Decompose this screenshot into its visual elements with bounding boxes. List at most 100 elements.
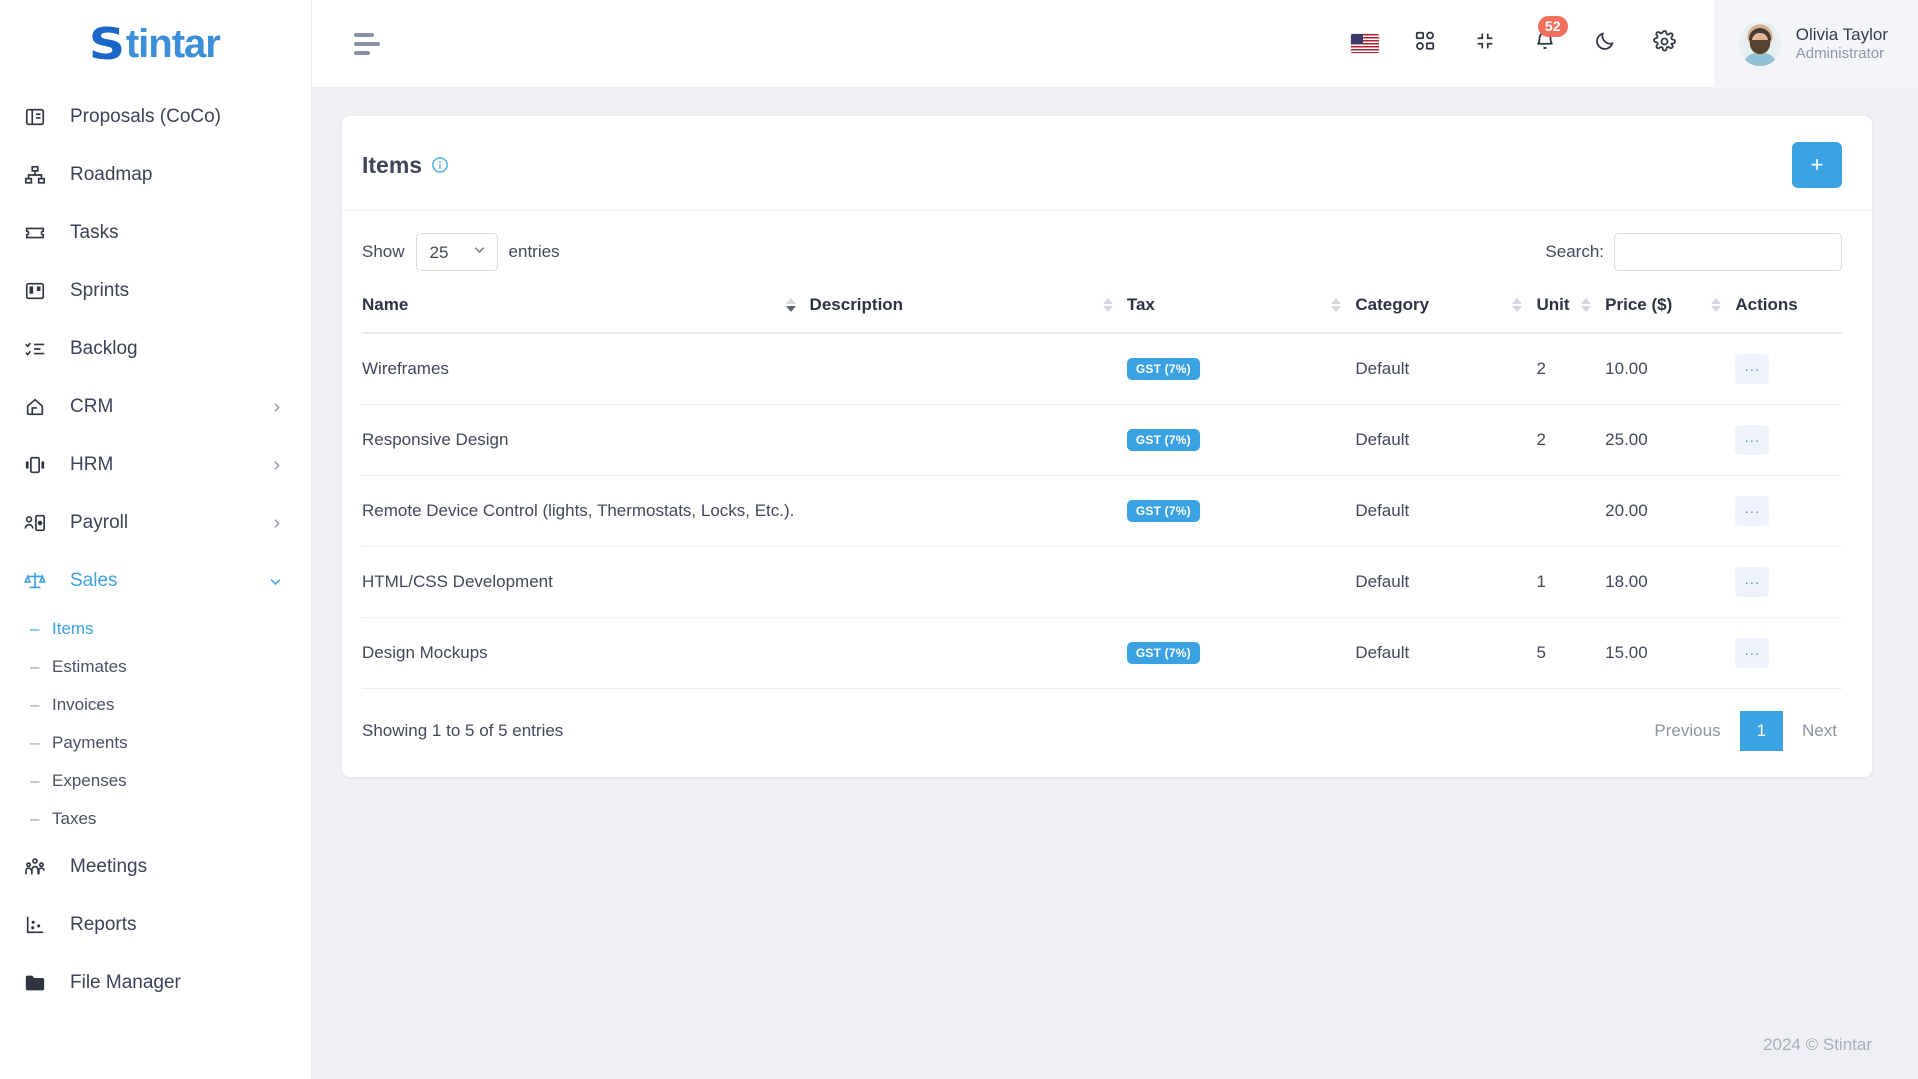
dash-marker-icon: – [30, 657, 40, 676]
column-header-tax[interactable]: Tax [1126, 287, 1356, 334]
cell-price: 18.00 [1605, 546, 1736, 618]
table-row[interactable]: Design Mockups GST (7%) Default 5 15.00 … [362, 617, 1842, 689]
cell-actions: ... [1735, 333, 1842, 405]
sidebar-item-sales[interactable]: Sales [0, 552, 311, 610]
sidebar-item-sprints[interactable]: Sprints [0, 262, 311, 320]
column-header-description[interactable]: Description [809, 287, 1127, 334]
column-header-label: Actions [1735, 295, 1798, 314]
row-actions-button[interactable]: ... [1735, 354, 1770, 384]
column-header-name[interactable]: Name [362, 287, 810, 334]
folder-icon [24, 970, 54, 996]
table-row[interactable]: Remote Device Control (lights, Thermosta… [362, 475, 1842, 547]
cell-category: Default [1355, 333, 1537, 405]
sidebar-item-payments[interactable]: – Payments [0, 724, 311, 762]
items-card: Items + Show 10 25 [342, 116, 1872, 777]
roadmap-icon [24, 162, 54, 188]
cell-actions: ... [1735, 404, 1842, 476]
tasks-icon [24, 220, 54, 246]
sidebar-item-estimates[interactable]: – Estimates [0, 648, 311, 686]
sidebar-item-payroll[interactable]: Payroll [0, 494, 311, 552]
row-actions-button[interactable]: ... [1735, 425, 1770, 455]
topbar: 52 Olivia Taylor Administrator [312, 0, 1918, 88]
cell-unit: 2 [1536, 333, 1606, 405]
sidebar-subitem-label: Expenses [52, 771, 127, 790]
sidebar-item-expenses[interactable]: – Expenses [0, 762, 311, 800]
fullscreen-toggle-button[interactable] [1470, 29, 1500, 59]
cell-actions: ... [1735, 617, 1842, 689]
sidebar-item-file-manager[interactable]: File Manager [0, 954, 311, 1012]
sort-icon [1331, 298, 1342, 312]
pagination-previous[interactable]: Previous [1639, 713, 1735, 749]
cell-unit: 2 [1536, 404, 1606, 476]
cell-actions: ... [1735, 475, 1842, 547]
sidebar-item-items[interactable]: – Items [0, 610, 311, 648]
sidebar-item-reports[interactable]: Reports [0, 896, 311, 954]
row-actions-button[interactable]: ... [1735, 638, 1770, 668]
search-input[interactable] [1614, 233, 1842, 271]
sidebar-item-label: Sales [70, 570, 118, 591]
column-header-label: Price ($) [1605, 295, 1673, 314]
language-selector-button[interactable] [1350, 29, 1380, 59]
sidebar-item-crm[interactable]: CRM [0, 378, 311, 436]
sidebar-item-taxes[interactable]: – Taxes [0, 800, 311, 838]
hamburger-line [354, 32, 374, 37]
table-row[interactable]: Responsive Design GST (7%) Default 2 25.… [362, 404, 1842, 476]
row-actions-button[interactable]: ... [1735, 567, 1770, 597]
sort-icon [1581, 298, 1592, 312]
gear-icon [1653, 29, 1677, 58]
status-badge: GST (7%) [1126, 642, 1200, 664]
page-title: Items [362, 152, 449, 179]
pagination-next[interactable]: Next [1787, 713, 1852, 749]
chevron-right-icon [270, 517, 283, 530]
column-header-unit[interactable]: Unit [1536, 287, 1606, 334]
sort-icon [1102, 298, 1113, 312]
page-footer: 2024 © Stintar [312, 1011, 1918, 1079]
sidebar-item-label: Backlog [70, 338, 138, 359]
column-header-price[interactable]: Price ($) [1605, 287, 1736, 334]
cell-actions: ... [1735, 546, 1842, 618]
sidebar-item-label: Payroll [70, 512, 129, 533]
row-actions-button[interactable]: ... [1735, 496, 1770, 526]
sidebar-item-backlog[interactable]: Backlog [0, 320, 311, 378]
cell-tax: GST (7%) [1126, 404, 1356, 476]
sidebar-item-meetings[interactable]: Meetings [0, 838, 311, 896]
search-label: Search: [1545, 242, 1604, 261]
sidebar-item-invoices[interactable]: – Invoices [0, 686, 311, 724]
sidebar-item-roadmap[interactable]: Roadmap [0, 146, 311, 204]
sort-icon [785, 298, 796, 312]
sidebar-toggle-button[interactable] [354, 32, 380, 55]
sidebar: Stintar Proposals (CoCo) Roadmap Tasks S… [0, 0, 312, 1079]
table-row[interactable]: HTML/CSS Development Default 1 18.00 ... [362, 546, 1842, 618]
cell-description [809, 617, 1127, 689]
page-length-select[interactable]: 10 25 50 100 [415, 233, 498, 271]
apps-grid-button[interactable] [1410, 29, 1440, 59]
column-header-label: Description [809, 295, 904, 314]
sidebar-item-hrm[interactable]: HRM [0, 436, 311, 494]
sidebar-subitem-label: Invoices [52, 695, 115, 714]
sidebar-item-label: File Manager [70, 972, 181, 993]
brand-logo[interactable]: Stintar [0, 0, 311, 88]
hrm-icon [24, 452, 54, 478]
settings-button[interactable] [1650, 29, 1680, 59]
search-control: Search: [1545, 233, 1842, 271]
main-area: 52 Olivia Taylor Administrator Items + S… [312, 0, 1918, 1079]
table-row[interactable]: Wireframes GST (7%) Default 2 10.00 ... [362, 333, 1842, 405]
add-item-button[interactable]: + [1792, 142, 1842, 188]
dash-marker-icon: – [30, 771, 40, 790]
pagination-page-1[interactable]: 1 [1739, 711, 1784, 751]
sidebar-item-proposals[interactable]: Proposals (CoCo) [0, 88, 311, 146]
user-name: Olivia Taylor [1795, 24, 1888, 44]
sidebar-item-label: Roadmap [70, 164, 153, 185]
sidebar-item-label: CRM [70, 396, 114, 417]
column-header-label: Name [362, 295, 409, 314]
info-circle-icon[interactable] [431, 156, 449, 174]
avatar [1737, 21, 1782, 66]
user-profile-menu[interactable]: Olivia Taylor Administrator [1713, 0, 1918, 88]
cell-tax [1126, 546, 1356, 618]
sidebar-item-tasks[interactable]: Tasks [0, 204, 311, 262]
dark-mode-toggle-button[interactable] [1590, 29, 1620, 59]
notifications-button[interactable]: 52 [1530, 15, 1568, 59]
sidebar-item-label: Sprints [70, 280, 130, 301]
column-header-category[interactable]: Category [1355, 287, 1537, 334]
compress-icon [1474, 30, 1496, 57]
